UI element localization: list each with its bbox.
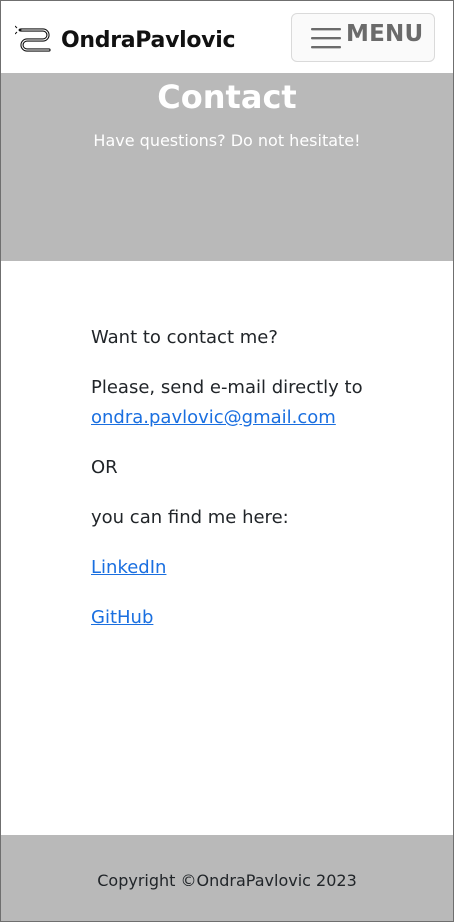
snake-logo-icon bbox=[14, 23, 55, 57]
page-subtitle: Have questions? Do not hesitate! bbox=[93, 131, 361, 150]
copyright-text: Copyright ©OndraPavlovic 2023 bbox=[97, 871, 357, 890]
email-paragraph: Please, send e-mail directly to ondra.pa… bbox=[91, 373, 391, 433]
email-prompt: Please, send e-mail directly to bbox=[91, 377, 363, 398]
brand-link[interactable]: OndraPavlovic bbox=[14, 23, 236, 57]
page-title: Contact bbox=[157, 78, 297, 116]
menu-label: MENU bbox=[346, 20, 424, 47]
github-link[interactable]: GitHub bbox=[91, 607, 153, 628]
navbar: OndraPavlovic MENU bbox=[1, 1, 453, 73]
menu-toggle-button[interactable]: MENU bbox=[291, 13, 435, 62]
hero-banner: Contact Have questions? Do not hesitate! bbox=[1, 73, 453, 261]
linkedin-paragraph: LinkedIn bbox=[91, 553, 391, 583]
footer: Copyright ©OndraPavlovic 2023 bbox=[1, 835, 453, 921]
brand-name: OndraPavlovic bbox=[61, 27, 236, 53]
linkedin-link[interactable]: LinkedIn bbox=[91, 557, 166, 578]
contact-content: Want to contact me? Please, send e-mail … bbox=[91, 323, 391, 653]
github-paragraph: GitHub bbox=[91, 603, 391, 633]
email-link[interactable]: ondra.pavlovic@gmail.com bbox=[91, 407, 336, 428]
page-frame: OndraPavlovic MENU Contact Have question… bbox=[0, 0, 454, 922]
contact-intro: Want to contact me? bbox=[91, 327, 278, 348]
hamburger-icon bbox=[310, 25, 342, 51]
find-me-text: you can find me here: bbox=[91, 507, 289, 528]
or-separator: OR bbox=[91, 457, 118, 478]
